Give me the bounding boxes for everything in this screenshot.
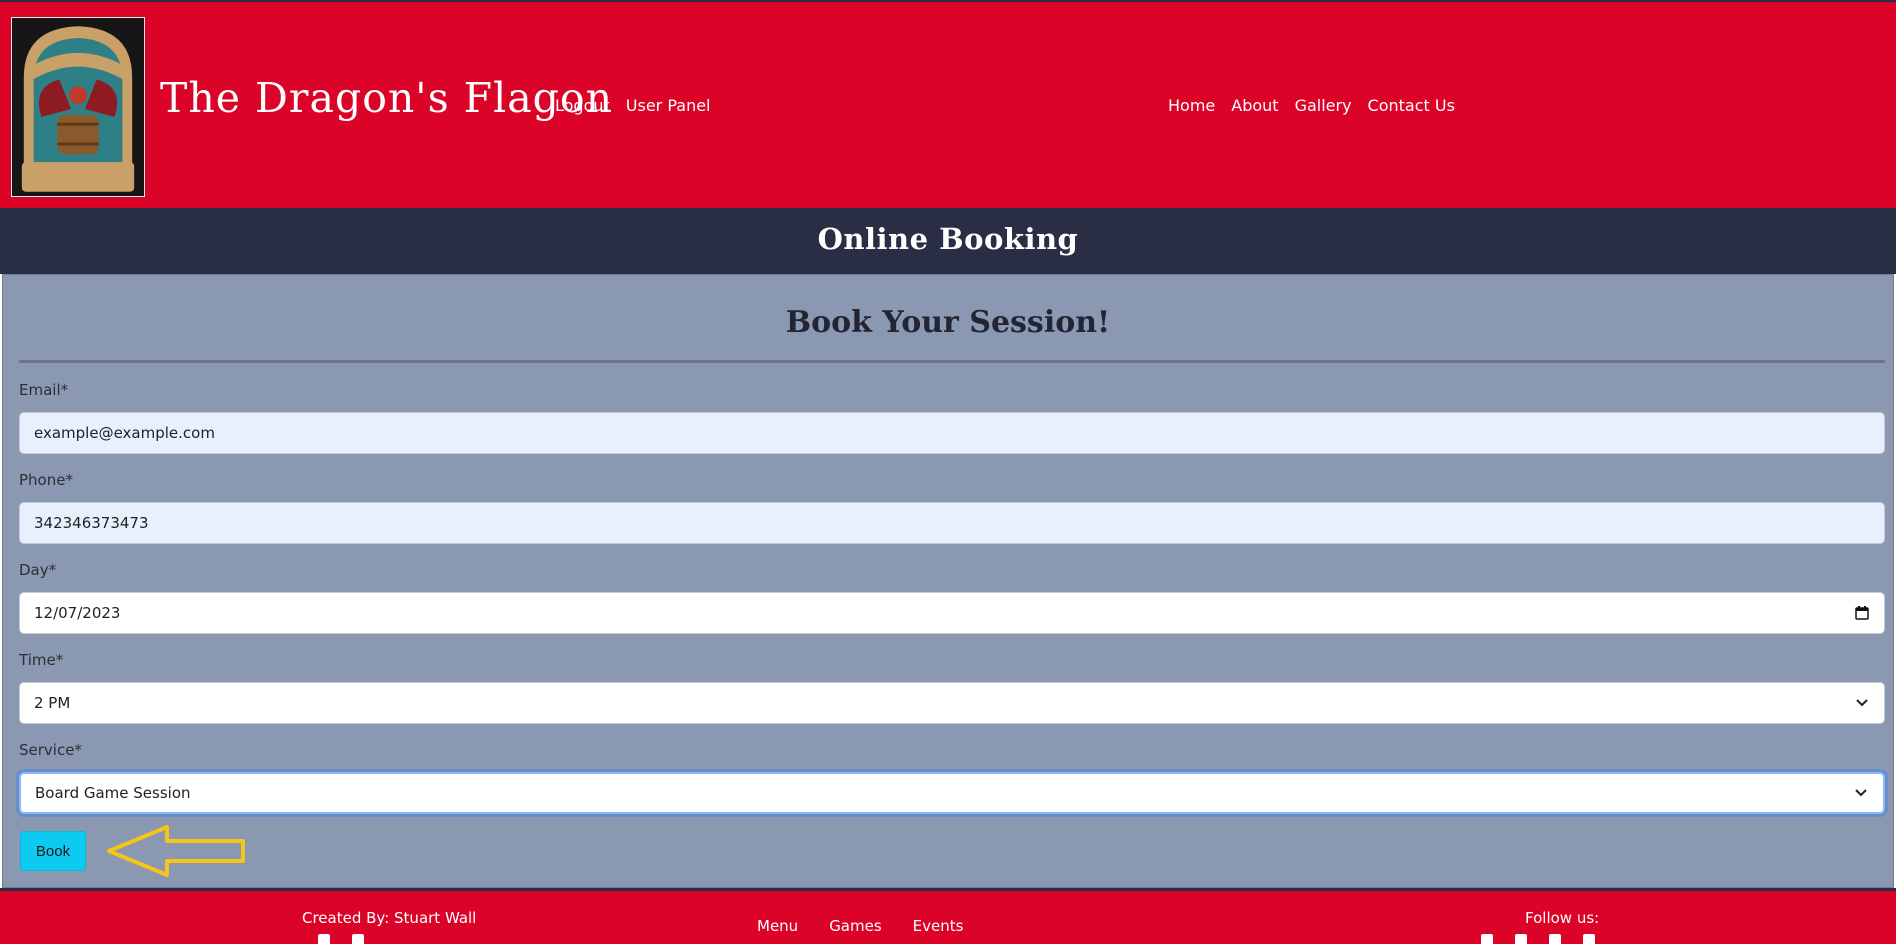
facebook-icon[interactable] bbox=[1481, 934, 1493, 944]
footer-nav-events[interactable]: Events bbox=[913, 917, 964, 935]
booking-form: Book Your Session! Email* example@exampl… bbox=[2, 274, 1894, 888]
nav-logout[interactable]: Logout bbox=[555, 96, 610, 115]
day-label: Day* bbox=[19, 561, 57, 579]
github-icon[interactable] bbox=[318, 934, 330, 944]
day-date-input[interactable]: 12/07/2023 bbox=[19, 592, 1885, 634]
chevron-down-icon bbox=[1854, 695, 1870, 711]
nav-gallery[interactable]: Gallery bbox=[1295, 96, 1352, 115]
creator-links bbox=[318, 934, 364, 944]
page-banner: Online Booking bbox=[0, 208, 1896, 274]
email-field[interactable]: example@example.com bbox=[19, 412, 1885, 454]
footer-nav: Menu Games Events bbox=[757, 917, 963, 935]
email-value: example@example.com bbox=[34, 424, 215, 442]
follow-us-label: Follow us: bbox=[1525, 909, 1600, 927]
email-label: Email* bbox=[19, 381, 69, 399]
footer-nav-games[interactable]: Games bbox=[829, 917, 881, 935]
site-logo[interactable] bbox=[11, 17, 145, 197]
site-header: The Dragon's Flagon Logout User Panel Ho… bbox=[0, 0, 1896, 208]
chevron-down-icon bbox=[1853, 785, 1869, 801]
site-title[interactable]: The Dragon's Flagon bbox=[160, 74, 613, 122]
phone-label: Phone* bbox=[19, 471, 73, 489]
arrow-annotation-icon bbox=[107, 825, 245, 877]
footer-nav-menu[interactable]: Menu bbox=[757, 917, 798, 935]
twitter-icon[interactable] bbox=[1515, 934, 1527, 944]
form-title: Book Your Session! bbox=[785, 305, 1111, 340]
time-select[interactable]: 2 PM bbox=[19, 682, 1885, 724]
nav-about[interactable]: About bbox=[1231, 96, 1278, 115]
page: The Dragon's Flagon Logout User Panel Ho… bbox=[0, 0, 1896, 944]
form-divider bbox=[19, 360, 1885, 363]
calendar-icon[interactable] bbox=[1854, 605, 1870, 621]
service-select[interactable]: Board Game Session bbox=[19, 772, 1885, 814]
footer-credit: Created By: Stuart Wall bbox=[302, 909, 477, 927]
nav-contact-us[interactable]: Contact Us bbox=[1368, 96, 1455, 115]
social-links bbox=[1481, 934, 1595, 944]
service-value: Board Game Session bbox=[35, 784, 191, 802]
linkedin-icon[interactable] bbox=[352, 934, 364, 944]
time-value: 2 PM bbox=[34, 694, 71, 712]
nav-home[interactable]: Home bbox=[1168, 96, 1215, 115]
instagram-icon[interactable] bbox=[1549, 934, 1561, 944]
youtube-icon[interactable] bbox=[1583, 934, 1595, 944]
time-label: Time* bbox=[19, 651, 64, 669]
page-title: Online Booking bbox=[817, 222, 1079, 256]
book-button[interactable]: Book bbox=[20, 831, 86, 871]
site-footer: Created By: Stuart Wall Menu Games Event… bbox=[0, 888, 1896, 944]
nav-user-panel[interactable]: User Panel bbox=[626, 96, 711, 115]
phone-field[interactable]: 342346373473 bbox=[19, 502, 1885, 544]
service-label: Service* bbox=[19, 741, 82, 759]
user-nav: Logout User Panel bbox=[555, 96, 711, 115]
main-nav: Home About Gallery Contact Us bbox=[1168, 96, 1455, 115]
phone-value: 342346373473 bbox=[34, 514, 149, 532]
day-value: 12/07/2023 bbox=[34, 604, 121, 622]
